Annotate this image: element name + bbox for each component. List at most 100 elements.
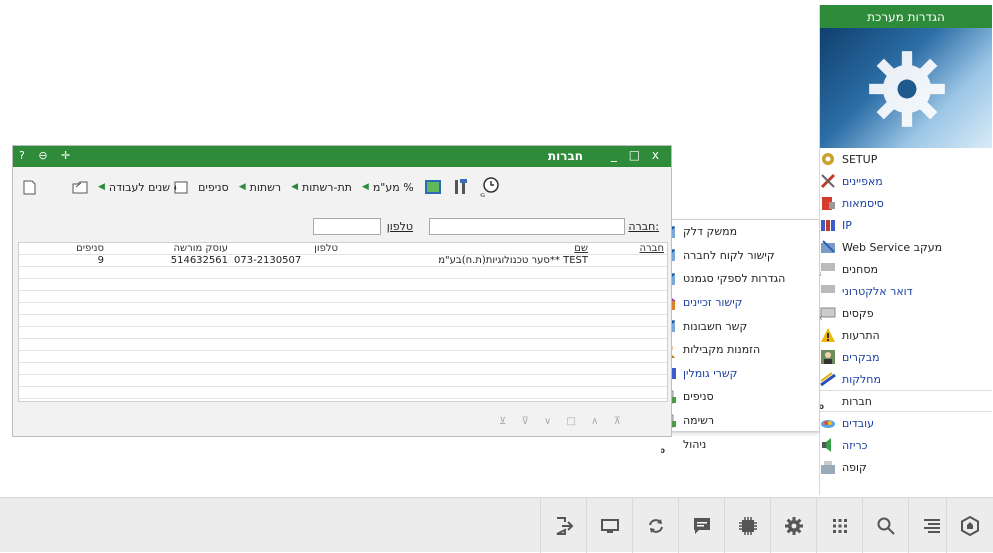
table-row[interactable] <box>19 303 667 315</box>
setup-icon <box>820 151 836 167</box>
tools-icon <box>452 178 470 196</box>
settings-item-announce[interactable]: כריזה <box>820 434 992 456</box>
settings-list: SETUP מאפיינים סיסמאות IP מעקב Web Servi… <box>820 148 992 478</box>
settings-panel: הגדרות מערכת SETUP מאפיינים <box>819 5 991 495</box>
table-row[interactable] <box>19 375 667 387</box>
settings-item-email[interactable]: E-mail דואר אלקטרוני <box>820 280 992 302</box>
settings-item-properties[interactable]: מאפיינים <box>820 170 992 192</box>
settings-item-passwords[interactable]: סיסמאות <box>820 192 992 214</box>
email-icon: E-mail <box>820 283 836 299</box>
table-row[interactable] <box>19 339 667 351</box>
refresh-button[interactable] <box>632 498 678 553</box>
home-button[interactable] <box>946 498 992 553</box>
settings-item-setup[interactable]: SETUP <box>820 148 992 170</box>
table-row[interactable] <box>19 387 667 399</box>
search-button[interactable] <box>862 498 908 553</box>
warning-icon <box>820 327 836 343</box>
settings-item-label: IP <box>842 219 852 232</box>
open-button[interactable] <box>72 180 88 194</box>
col-phone-header[interactable]: טלפון <box>231 243 341 254</box>
desktop-button[interactable] <box>586 498 632 553</box>
branches-button[interactable]: סניפים <box>198 181 229 194</box>
submenu-item-interrelations[interactable]: קשרי גומלין <box>661 362 819 386</box>
submenu-item-label: קישור זכיינים <box>683 296 742 309</box>
table-row[interactable] <box>19 315 667 327</box>
submenu-item-label: קישור לקוח לחברה <box>683 249 775 262</box>
submenu-item-branches[interactable]: סניפים <box>661 385 819 409</box>
table-row[interactable] <box>19 351 667 363</box>
window-help-controls[interactable]: ? ⊖ ✛ <box>19 149 75 162</box>
work-years-button[interactable]: ◀ שנים לעבודה 04 <box>98 180 188 194</box>
col-company-header[interactable]: חברה <box>591 243 667 254</box>
col-branches-header[interactable]: סניפים <box>19 243 107 254</box>
table-row[interactable] <box>19 279 667 291</box>
work-years-label: שנים לעבודה <box>109 181 170 194</box>
submenu-item-label: הזמנות מקבילות <box>683 343 760 356</box>
settings-item-sms[interactable]: sms מסחנים <box>820 258 992 280</box>
table-row[interactable]: TEST **סער טכנולוגיות(ת.ח)בע"מ 073-21305… <box>19 255 667 267</box>
settings-item-alerts[interactable]: התרעות <box>820 324 992 346</box>
arrow-icon: ◀ <box>239 182 246 192</box>
settings-title: הגדרות מערכת <box>820 5 992 28</box>
settings-item-fax[interactable]: FAX פקסים <box>820 302 992 324</box>
table-row[interactable] <box>19 267 667 279</box>
apps-button[interactable] <box>816 498 862 553</box>
submenu-item-franchisees[interactable]: קישור זכיינים <box>661 291 819 315</box>
table-row[interactable] <box>19 327 667 339</box>
exit-icon <box>554 516 574 536</box>
chip-button[interactable] <box>724 498 770 553</box>
submenu-item-label: רשימה <box>683 414 714 427</box>
log-clock-icon: LOG <box>480 176 502 198</box>
log-button[interactable]: LOG <box>480 176 502 198</box>
svg-text:sms: sms <box>820 271 821 277</box>
submenu-item-accounts-link[interactable]: קשר חשבונות <box>661 314 819 338</box>
cell-phone: 073-2130507 <box>231 255 341 266</box>
settings-banner <box>820 28 992 148</box>
settings-item-web-service[interactable]: מעקב Web Service <box>820 236 992 258</box>
submenu-item-link-customer[interactable]: קישור לקוח לחברה <box>661 244 819 268</box>
grid-nav-controls[interactable]: ⊻ ⊽ ∨ □ ∧ ⊼ <box>463 416 663 430</box>
settings-item-label: פקסים <box>842 307 874 320</box>
table-row[interactable] <box>19 291 667 303</box>
search-icon <box>876 516 896 536</box>
settings-item-label: מעקב Web Service <box>842 241 942 254</box>
settings-item-label: כריזה <box>842 439 867 452</box>
col-licensed-header[interactable]: עוסק מורשה <box>107 243 231 254</box>
window-titlebar[interactable]: חברות _ □ x ? ⊖ ✛ <box>13 146 671 167</box>
col-name-header[interactable]: שם <box>341 243 591 254</box>
settings-item-companies[interactable]: Corp חברות <box>820 390 992 412</box>
window-controls[interactable]: _ □ x <box>611 148 663 162</box>
settings-item-departments[interactable]: מחלקות <box>820 368 992 390</box>
submenu-item-fuel-interface[interactable]: ממשק דלק <box>661 220 819 244</box>
vat-button[interactable]: ◀ % מע"מ <box>362 181 414 194</box>
settings-item-ip[interactable]: IP <box>820 214 992 236</box>
gear-icon <box>864 46 950 132</box>
table-row[interactable] <box>19 363 667 375</box>
settings-item-employees[interactable]: עובדים <box>820 412 992 434</box>
submenu-item-label: ממשק דלק <box>683 225 737 238</box>
submenu-item-list[interactable]: רשימה <box>661 409 819 433</box>
image-button[interactable] <box>424 179 442 195</box>
phone-filter-input[interactable] <box>313 218 381 235</box>
exit-button[interactable] <box>540 498 586 553</box>
subnetworks-button[interactable]: ◀ תת-רשתות <box>291 181 352 194</box>
cell-licensed: 514632561 <box>155 255 231 266</box>
networks-button[interactable]: ◀ רשתות <box>239 181 281 194</box>
networks-label: רשתות <box>250 181 281 194</box>
company-filter-input[interactable] <box>429 218 625 235</box>
submenu-item-label: סניפים <box>683 390 714 403</box>
settings-item-cashier[interactable]: קופה <box>820 456 992 478</box>
tools-button[interactable] <box>452 178 470 196</box>
settings-button[interactable] <box>770 498 816 553</box>
settings-item-visitors[interactable]: מבקרים <box>820 346 992 368</box>
messages-button[interactable] <box>678 498 724 553</box>
new-button[interactable] <box>23 180 36 195</box>
cell-name: TEST **סער טכנולוגיות(ת.ח)בע"מ <box>341 255 591 266</box>
submenu-item-parallel-orders[interactable]: הזמנות מקבילות <box>661 338 819 362</box>
branches-label: סניפים <box>198 181 229 194</box>
calendar-icon: 04 <box>174 180 188 194</box>
submenu-item-manage[interactable]: Corp ניהול <box>661 432 819 456</box>
settings-item-label: מסחנים <box>842 263 878 276</box>
companies-submenu: ממשק דלק קישור לקוח לחברה הגדרות לספקי ס… <box>660 219 820 432</box>
submenu-item-segment-suppliers[interactable]: הגדרות לספקי סגמנט <box>661 267 819 291</box>
